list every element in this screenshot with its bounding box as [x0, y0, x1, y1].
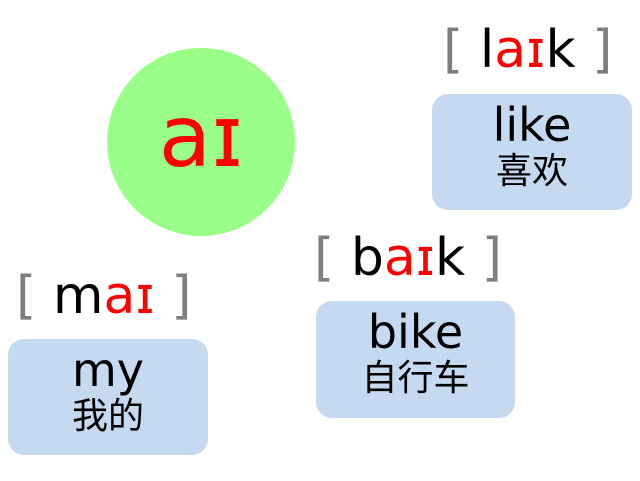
- phonetic-pre: b: [350, 228, 384, 288]
- bracket-close: ]: [481, 228, 502, 288]
- word-english: bike: [367, 305, 464, 359]
- bracket-open: [: [16, 266, 37, 326]
- phonetic-highlight: aɪ: [383, 228, 436, 288]
- bracket-open: [: [443, 20, 464, 80]
- phonetic-highlight: aɪ: [494, 20, 546, 80]
- word-english: like: [492, 98, 572, 152]
- word-card-like: like 喜欢: [432, 94, 632, 210]
- word-card-my: my 我的: [8, 339, 208, 455]
- phoneme-symbol: aɪ: [158, 87, 244, 187]
- phonetic-post: k: [435, 228, 466, 288]
- phonetic-pre: l: [479, 20, 495, 80]
- word-chinese: 喜欢: [495, 151, 568, 192]
- phonetic-my: [ maɪ ]: [16, 270, 192, 322]
- bracket-open: [: [314, 228, 335, 288]
- phonetic-pre: m: [52, 266, 104, 326]
- phonetic-post: k: [545, 20, 576, 80]
- word-chinese: 我的: [71, 396, 144, 437]
- phoneme-circle: aɪ: [107, 48, 295, 236]
- phonetic-highlight: aɪ: [103, 266, 155, 326]
- bracket-close: ]: [592, 20, 613, 80]
- phonetic-like: [ laɪk ]: [443, 24, 612, 76]
- word-english: my: [71, 343, 145, 397]
- bracket-close: ]: [171, 266, 192, 326]
- phonetic-bike: [ baɪk ]: [314, 232, 502, 284]
- word-card-bike: bike 自行车: [316, 301, 515, 418]
- word-chinese: 自行车: [361, 358, 470, 399]
